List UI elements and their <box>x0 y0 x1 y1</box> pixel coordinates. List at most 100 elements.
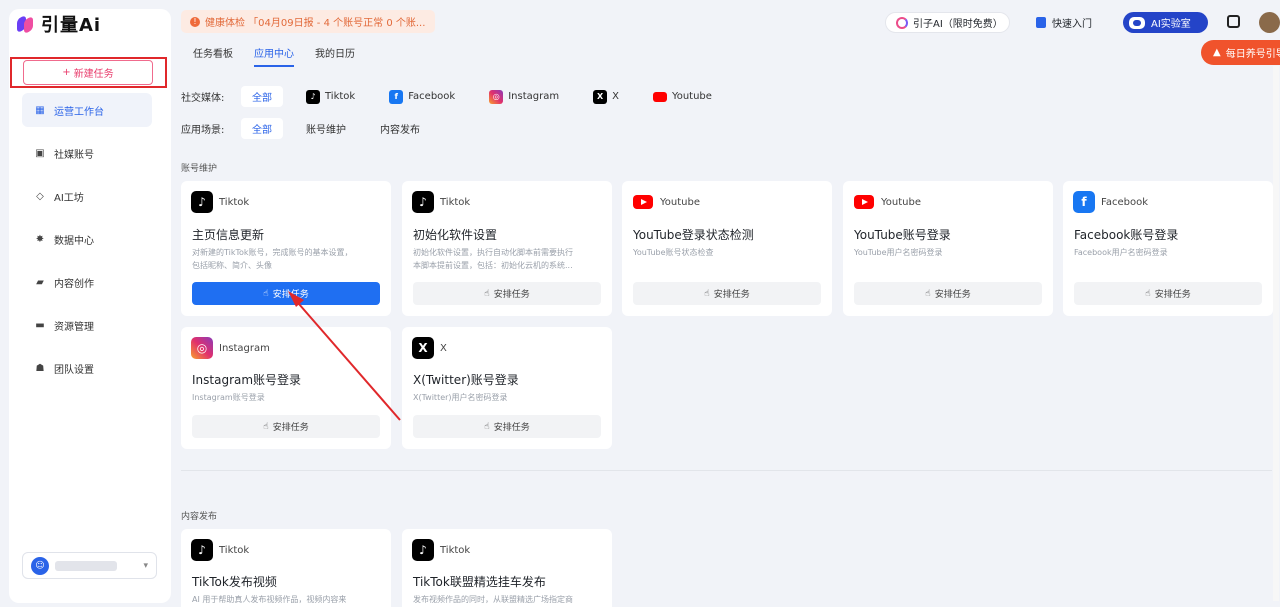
social-chip-tiktok[interactable]: ♪ Tiktok <box>295 86 366 107</box>
pointer-icon: ☝ <box>484 288 490 299</box>
section-title-publish: 内容发布 <box>181 512 218 522</box>
app-card[interactable]: ♪ Tiktok TikTok发布视频 AI 用于帮助真人发布视频作品，视频内容来 <box>181 529 391 607</box>
tiktok-icon: ♪ <box>191 539 213 561</box>
schedule-task-button[interactable]: ☝ 安排任务 <box>413 415 601 438</box>
button-label: 安排任务 <box>493 290 530 300</box>
scene-filter: 应用场景: 全部 账号维护 内容发布 <box>181 118 443 139</box>
app-card[interactable]: f Facebook Facebook账号登录 Facebook用户名密码登录 ☝… <box>1063 181 1273 316</box>
team-name-blurred <box>55 560 117 571</box>
page-tabs: 任务看板 应用中心 我的日历 <box>193 45 355 67</box>
x-icon: X <box>593 89 608 104</box>
pointer-icon: ☝ <box>484 421 490 432</box>
app-card[interactable]: Youtube YouTube登录状态检测 YouTube账号状态检查 ☝ 安排任… <box>622 181 832 316</box>
schedule-task-button[interactable]: ☝ 安排任务 <box>854 282 1042 305</box>
youtube-icon <box>652 91 667 102</box>
schedule-task-button[interactable]: ☝ 安排任务 <box>192 415 380 438</box>
ai-assistant-pill[interactable]: 引子AI（限时免费） <box>885 12 1010 33</box>
card-description: YouTube账号状态检查 <box>633 248 714 257</box>
chip-label: 账号维护 <box>306 125 346 136</box>
app-card[interactable]: ♪ Tiktok 初始化软件设置 初始化软件设置，执行自动化脚本前需要执行 本脚本… <box>402 181 612 316</box>
schedule-task-button[interactable]: ☝ 安排任务 <box>1074 282 1262 305</box>
card-title: 初始化软件设置 <box>413 228 498 242</box>
app-card[interactable]: ♪ Tiktok 主页信息更新 对新建的TikTok账号，完成账号的基本设置， 包… <box>181 181 391 316</box>
social-chip-x[interactable]: XX <box>582 86 630 107</box>
sidebar-item-dashboard[interactable]: ▦ 运营工作台 <box>22 93 152 127</box>
app-card[interactable]: XX X(Twitter)账号登录 X(Twitter)用户名密码登录 ☝ 安排任… <box>402 327 612 449</box>
youtube-icon <box>632 191 654 213</box>
schedule-task-button[interactable]: ☝ 安排任务 <box>192 282 380 305</box>
sidebar-item-accounts[interactable]: ▣ 社媒账号 <box>22 136 152 170</box>
card-description: Instagram账号登录 <box>192 393 265 402</box>
social-chip-youtube[interactable]: Youtube <box>642 86 723 107</box>
tiktok-icon: ♪ <box>306 89 320 104</box>
sidebar-item-ai-workshop[interactable]: ◇ AI工坊 <box>22 179 152 213</box>
schedule-task-button[interactable]: ☝ 安排任务 <box>633 282 821 305</box>
book-icon <box>1036 17 1046 28</box>
pointer-icon: ☝ <box>263 421 269 432</box>
card-description: YouTube用户名密码登录 <box>854 248 943 257</box>
chip-label: Tiktok <box>325 91 356 102</box>
card-description: 发布视频作品的同时，从联盟精选广场指定商 <box>413 595 573 604</box>
app-card[interactable]: ◎ Instagram Instagram账号登录 Instagram账号登录 ☝… <box>181 327 391 449</box>
scene-chip-publish[interactable]: 内容发布 <box>369 118 431 139</box>
sidebar-item-data[interactable]: ✸ 数据中心 <box>22 222 152 256</box>
social-chip-facebook[interactable]: f Facebook <box>378 86 466 107</box>
ai-lab-button[interactable]: AI实验室 <box>1123 12 1208 33</box>
social-chip-instagram[interactable]: ◎ Instagram <box>478 86 570 107</box>
health-check-notice[interactable]: ! 健康体检 「04月09日报 - 4 个账号正常 0 个账... <box>181 10 435 33</box>
team-avatar-icon: ☺ <box>31 556 49 575</box>
social-chip-all[interactable]: 全部 <box>241 86 283 107</box>
card-head: f Facebook <box>1073 191 1148 213</box>
facebook-icon: f <box>1073 191 1095 213</box>
app-card[interactable]: Youtube YouTube账号登录 YouTube用户名密码登录 ☝ 安排任务 <box>843 181 1053 316</box>
button-label: 安排任务 <box>272 290 309 300</box>
scene-chip-maintenance[interactable]: 账号维护 <box>295 118 357 139</box>
sidebar-item-content[interactable]: ▰ 内容创作 <box>22 265 152 299</box>
tiktok-icon: ♪ <box>412 539 434 561</box>
scrollbar[interactable] <box>1273 66 1279 601</box>
tiktok-icon: ♪ <box>191 191 213 213</box>
quick-start-button[interactable]: 快速入门 <box>1030 12 1110 33</box>
sidebar-item-team[interactable]: ☗ 团队设置 <box>22 351 152 385</box>
card-platform: Youtube <box>660 196 700 208</box>
card-description: 对新建的TikTok账号，完成账号的基本设置， 包括昵称、简介、头像 <box>192 248 353 270</box>
sidebar-item-label: 数据中心 <box>54 235 94 247</box>
sidebar-nav: ▦ 运营工作台 ▣ 社媒账号 ◇ AI工坊 ✸ 数据中心 ▰ 内容创作 ▬ 资源… <box>22 93 152 394</box>
card-title: Instagram账号登录 <box>192 373 302 387</box>
user-avatar[interactable] <box>1259 12 1280 33</box>
plus-icon: + <box>62 67 71 78</box>
tab-app-center[interactable]: 应用中心 <box>254 45 294 67</box>
team-icon: ☗ <box>35 362 45 374</box>
chip-label: 全部 <box>252 93 272 104</box>
app-logo[interactable]: 引量Ai <box>17 11 101 37</box>
new-task-button[interactable]: + 新建任务 <box>23 60 153 85</box>
ai-pill-label: 引子AI（限时免费） <box>913 19 1003 30</box>
message-icon[interactable] <box>1227 15 1240 28</box>
section-divider <box>181 470 1272 471</box>
pointer-icon: ☝ <box>704 288 710 299</box>
sidebar-item-label: 社媒账号 <box>54 149 94 161</box>
logo-mark-icon <box>17 14 35 35</box>
instagram-icon: ◎ <box>489 89 504 104</box>
card-description: Facebook用户名密码登录 <box>1074 248 1168 257</box>
team-switcher[interactable]: ☺ ▾ <box>22 552 157 579</box>
app-card[interactable]: ♪ Tiktok TikTok联盟精选挂车发布 发布视频作品的同时，从联盟精选广场… <box>402 529 612 607</box>
folder-icon: ▰ <box>36 276 44 288</box>
facebook-icon: f <box>389 89 404 104</box>
tab-my-calendar[interactable]: 我的日历 <box>315 45 355 67</box>
button-label: 安排任务 <box>713 290 750 300</box>
section-title-maintenance: 账号维护 <box>181 164 218 174</box>
pointer-icon: ☝ <box>925 288 931 299</box>
tiktok-icon: ♪ <box>412 191 434 213</box>
tab-task-board[interactable]: 任务看板 <box>193 45 233 67</box>
card-title: YouTube账号登录 <box>854 228 951 242</box>
scene-chip-all[interactable]: 全部 <box>241 118 283 139</box>
card-title: TikTok发布视频 <box>192 575 277 589</box>
schedule-task-button[interactable]: ☝ 安排任务 <box>413 282 601 305</box>
card-platform: Tiktok <box>219 544 250 556</box>
daily-guide-float-button[interactable]: ▲ 每日养号引导 <box>1201 40 1280 65</box>
sidebar-item-resources[interactable]: ▬ 资源管理 <box>22 308 152 342</box>
social-filter: 社交媒体: 全部 ♪ Tiktok f Facebook ◎ Instagram XX… <box>181 86 735 107</box>
card-platform: Tiktok <box>440 544 471 556</box>
sidebar-item-label: 运营工作台 <box>54 106 104 118</box>
